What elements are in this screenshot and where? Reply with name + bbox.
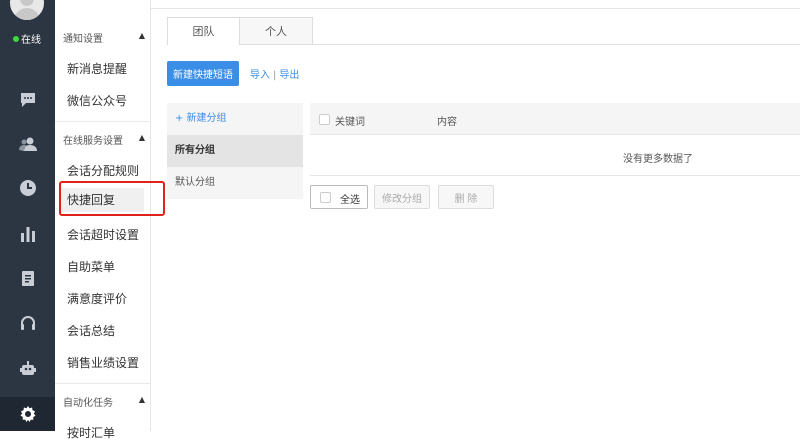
import-link[interactable]: 导入 xyxy=(250,70,270,81)
sidebar-item-satisfaction-rating[interactable]: 满意度评价 xyxy=(67,290,127,307)
export-link[interactable]: 导出 xyxy=(279,70,299,81)
header-checkbox[interactable] xyxy=(319,114,330,125)
section-header-automation[interactable]: 自动化任务 ▲ xyxy=(63,394,149,409)
status-dot-icon xyxy=(13,36,19,42)
group-list: + 新建分组 所有分组 默认分组 xyxy=(167,103,303,199)
link-separator: | xyxy=(273,70,277,81)
new-group-button[interactable]: + 新建分组 xyxy=(167,103,303,135)
sidebar-item-session-summary[interactable]: 会话总结 xyxy=(67,322,115,339)
sidebar-item-session-timeout[interactable]: 会话超时设置 xyxy=(67,226,139,243)
caret-up-icon: ▲ xyxy=(138,31,145,40)
select-all-checkbox xyxy=(320,192,331,203)
column-header-content: 内容 xyxy=(437,117,457,128)
group-item-all[interactable]: 所有分组 xyxy=(167,135,303,167)
sidebar-item-session-assignment[interactable]: 会话分配规则 xyxy=(67,162,139,179)
delete-button[interactable]: 删 除 xyxy=(438,185,494,209)
rail-item-tickets[interactable] xyxy=(0,262,55,294)
import-export-links: 导入 | 导出 xyxy=(250,66,299,81)
caret-up-icon: ▲ xyxy=(138,395,145,404)
highlight-annotation xyxy=(59,181,165,216)
caret-up-icon: ▲ xyxy=(138,133,145,142)
clipboard-icon xyxy=(21,271,34,286)
sidebar-item-sales-performance[interactable]: 销售业绩设置 xyxy=(67,354,139,371)
rail-item-robot[interactable] xyxy=(0,352,55,384)
rail-item-chat[interactable] xyxy=(0,84,55,116)
tab-team[interactable]: 团队 xyxy=(167,17,240,45)
status-label: 在线 xyxy=(21,35,41,46)
section-header-online-service[interactable]: 在线服务设置 ▲ xyxy=(63,132,149,147)
column-header-keyword: 关键词 xyxy=(335,117,365,128)
new-quick-phrase-button[interactable]: 新建快捷短语 xyxy=(167,61,239,86)
sidebar-item-new-message-alert[interactable]: 新消息提醒 xyxy=(67,60,127,77)
rail-item-contacts[interactable] xyxy=(0,128,55,160)
headset-icon xyxy=(20,316,35,330)
group-item-default[interactable]: 默认分组 xyxy=(167,167,303,199)
section-header-notifications[interactable]: 通知设置 ▲ xyxy=(63,30,149,45)
left-nav-rail: 在线 xyxy=(0,0,55,431)
rail-item-stats[interactable] xyxy=(0,218,55,250)
sidebar-item-timed-ticket[interactable]: 按时汇单 xyxy=(67,424,115,441)
tab-bar: 团队 个人 xyxy=(167,17,313,45)
empty-state-text: 没有更多数据了 xyxy=(623,154,693,165)
chat-icon xyxy=(20,93,35,107)
robot-icon xyxy=(19,361,36,375)
rail-item-call[interactable] xyxy=(0,307,55,339)
online-status[interactable]: 在线 xyxy=(13,31,41,46)
rail-item-settings[interactable] xyxy=(0,397,55,431)
bar-chart-icon xyxy=(20,227,35,242)
clock-icon xyxy=(19,180,36,196)
tab-personal[interactable]: 个人 xyxy=(240,17,313,45)
empty-state-row: 没有更多数据了 xyxy=(310,136,800,176)
rail-item-history[interactable] xyxy=(0,172,55,204)
select-all-button[interactable]: 全选 xyxy=(310,185,368,209)
avatar[interactable] xyxy=(10,0,44,20)
sidebar-item-wechat-account[interactable]: 微信公众号 xyxy=(67,92,127,109)
table-header: 关键词 内容 xyxy=(310,103,800,135)
edit-group-button[interactable]: 修改分组 xyxy=(374,185,430,209)
select-all-label: 全选 xyxy=(340,195,360,206)
contacts-icon xyxy=(18,137,37,151)
sidebar-item-self-service-menu[interactable]: 自助菜单 xyxy=(67,258,115,275)
gear-icon xyxy=(20,406,35,422)
